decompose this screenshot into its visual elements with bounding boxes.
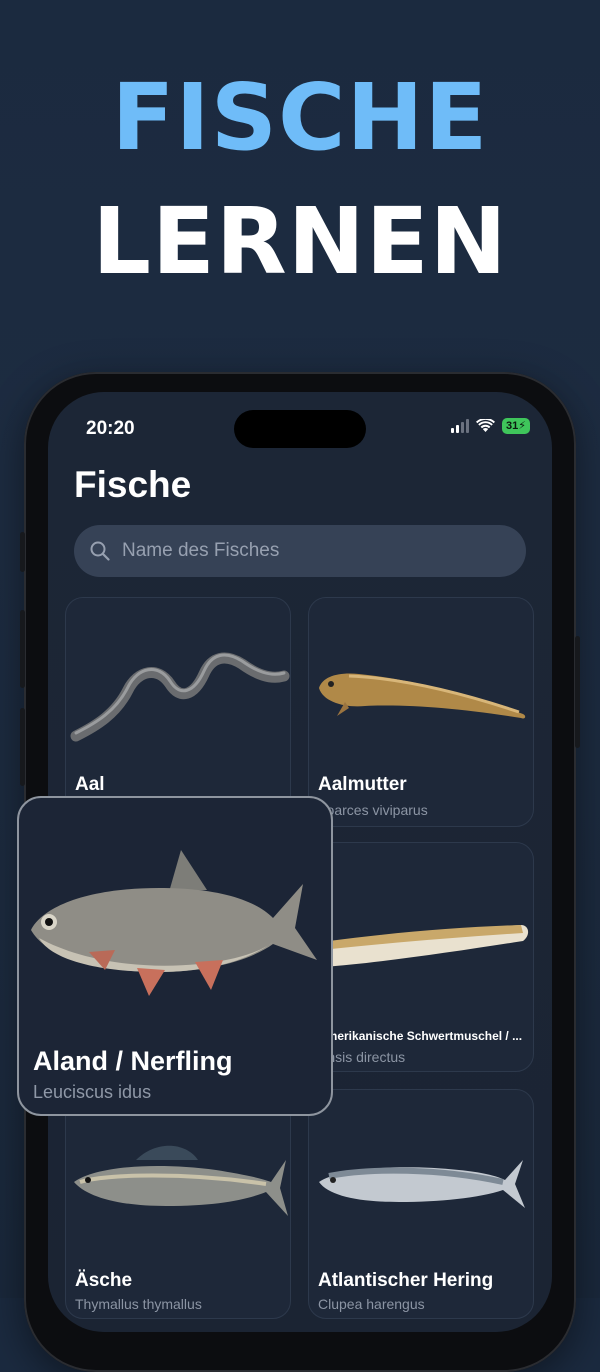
- herring-image: [319, 1160, 525, 1208]
- dynamic-island: [234, 410, 366, 448]
- headline-line-2: LERNEN: [92, 188, 508, 295]
- search-input[interactable]: [120, 539, 504, 563]
- grayling-image: [74, 1145, 288, 1216]
- phone-side-button-volume-up: [20, 610, 25, 688]
- wifi-icon: [476, 419, 496, 432]
- fish-card-scientific: Clupea harengus: [318, 1296, 425, 1312]
- fish-card-aesche[interactable]: Äsche Thymallus thymallus: [65, 1089, 291, 1319]
- ide-fish-image: [31, 850, 317, 996]
- fish-card-name: Aal: [75, 774, 105, 795]
- eelpout-image: [319, 673, 526, 719]
- fish-card-name: Aalmutter: [318, 774, 407, 795]
- fish-card-aal[interactable]: Aal: [65, 597, 291, 827]
- signal-icon: [451, 419, 470, 433]
- fish-card-name: Amerikanische Schwertmuschel / ...: [318, 1029, 523, 1043]
- fish-card-name: Äsche: [75, 1270, 133, 1291]
- status-time: 20:20: [86, 418, 135, 439]
- search-bar[interactable]: [74, 525, 526, 577]
- search-icon: [90, 541, 110, 561]
- page-title: Fische: [74, 464, 192, 505]
- featured-fish-card[interactable]: Aland / Nerfling Leuciscus idus: [17, 796, 333, 1116]
- razor-clam-image: [313, 925, 529, 967]
- headline-line-1: FISCHE: [111, 64, 489, 171]
- battery-level: 31: [506, 420, 519, 432]
- fish-card-scientific: Thymallus thymallus: [75, 1296, 202, 1312]
- phone-side-button-power: [575, 636, 580, 748]
- phone-side-button-mute: [20, 532, 25, 572]
- phone-side-button-volume-down: [20, 708, 25, 786]
- battery-icon: 31⚡: [502, 418, 530, 434]
- fish-card-name: Atlantischer Hering: [318, 1270, 494, 1291]
- featured-fish-name: Aland / Nerfling: [33, 1046, 233, 1076]
- fish-card-hering[interactable]: Atlantischer Hering Clupea harengus: [308, 1089, 534, 1319]
- fish-card-aalmutter[interactable]: Aalmutter Zoarces viviparus: [308, 597, 534, 827]
- fish-card-schwertmuschel[interactable]: Amerikanische Schwertmuschel / ... Ensis…: [308, 842, 534, 1072]
- fish-card-scientific: Zoarces viviparus: [318, 802, 428, 818]
- featured-fish-scientific: Leuciscus idus: [33, 1082, 152, 1102]
- eel-image: [70, 652, 290, 742]
- status-icons: 31⚡: [451, 418, 530, 434]
